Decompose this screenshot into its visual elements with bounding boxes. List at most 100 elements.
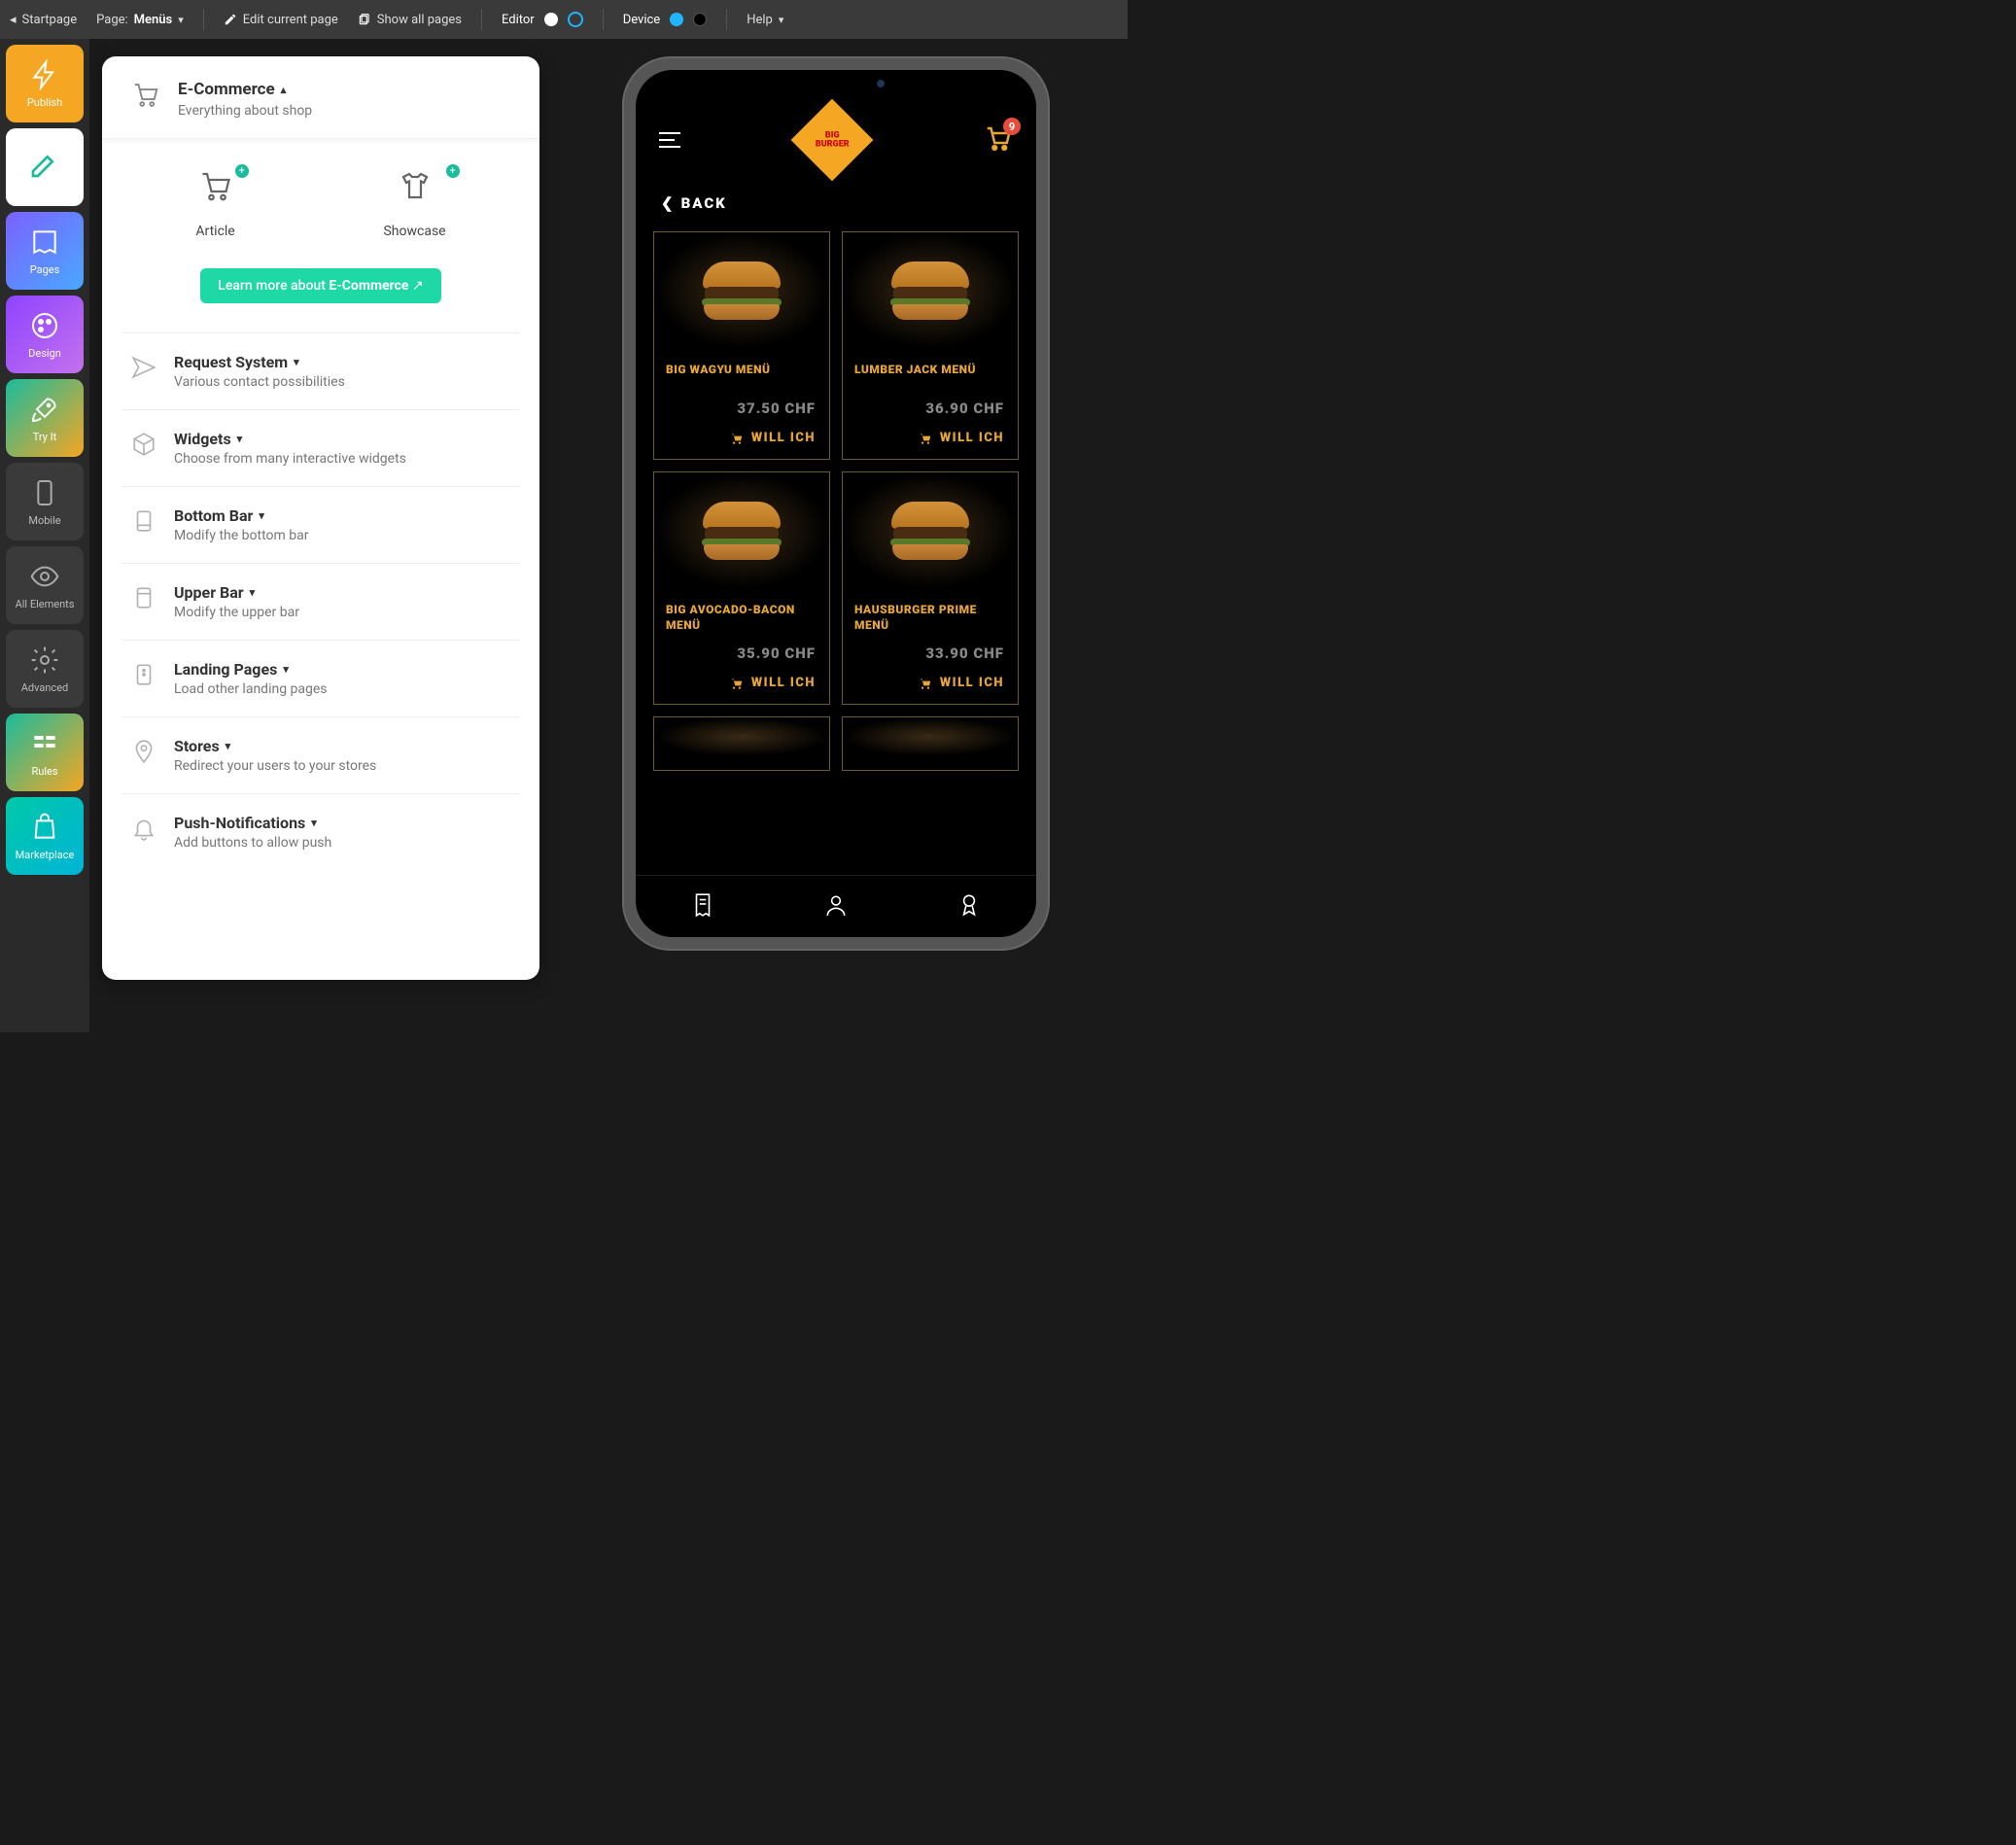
chevron-down-icon: ▾: [259, 509, 264, 522]
burger-icon: [891, 261, 969, 320]
chevron-down-icon: ▾: [250, 586, 256, 599]
send-icon: [131, 355, 156, 380]
section-subtext: Add buttons to allow push: [174, 835, 331, 851]
section-title: Stores: [174, 737, 220, 755]
chevron-down-icon: ▾: [294, 356, 299, 368]
add-to-cart-button[interactable]: WILL ICH: [654, 672, 829, 690]
help-menu[interactable]: Help ▾: [747, 13, 783, 27]
section-title: Landing Pages: [174, 660, 277, 679]
menu-image: [843, 232, 1018, 349]
page-selector[interactable]: Page: Menüs ▾: [96, 13, 184, 27]
section-push-notifications[interactable]: Push-Notifications ▾Add buttons to allow…: [122, 793, 520, 870]
back-label: BACK: [681, 194, 727, 212]
rail-edit[interactable]: [6, 128, 84, 206]
phone-screen: BIGBURGER 9 ❮ BACK BIG WAGYU MENÜ 37.50 …: [636, 70, 1036, 937]
pages-icon: [358, 13, 371, 26]
device-label: Device: [623, 13, 661, 27]
add-to-cart-button[interactable]: WILL ICH: [843, 427, 1018, 445]
menu-card[interactable]: [842, 716, 1019, 771]
menu-grid: BIG WAGYU MENÜ 37.50 CHF WILL ICH LUMBER…: [649, 231, 1023, 771]
bag-icon: [29, 812, 60, 843]
toggle-dot-off: [568, 12, 583, 27]
rail-label: All Elements: [16, 598, 75, 610]
separator: [603, 9, 604, 30]
section-stores[interactable]: Stores ▾Redirect your users to your stor…: [122, 716, 520, 793]
burger-icon: [891, 502, 969, 560]
add-to-cart-button[interactable]: WILL ICH: [843, 672, 1018, 690]
menu-button[interactable]: [659, 132, 680, 148]
editor-label: Editor: [502, 13, 535, 27]
menu-card[interactable]: [653, 716, 830, 771]
menu-card[interactable]: BIG AVOCADO-BACON MENÜ 35.90 CHF WILL IC…: [653, 471, 830, 705]
chevron-left-icon: ❮: [661, 194, 676, 212]
rail-label: Marketplace: [16, 849, 75, 861]
cart-badge: 9: [1003, 118, 1021, 135]
section-subtext: Modify the upper bar: [174, 605, 299, 620]
plus-icon: +: [235, 164, 249, 178]
rail-marketplace[interactable]: Marketplace: [6, 797, 84, 875]
app-view: BIGBURGER 9 ❮ BACK BIG WAGYU MENÜ 37.50 …: [636, 70, 1036, 937]
section-widgets[interactable]: Widgets ▾Choose from many interactive wi…: [122, 409, 520, 486]
nav-profile[interactable]: [823, 892, 849, 922]
palette-icon: [29, 310, 60, 341]
rail-all-elements[interactable]: All Elements: [6, 546, 84, 624]
top-bar: ◂ Startpage Page: Menüs ▾ Edit current p…: [0, 0, 1128, 39]
book-icon: [29, 226, 60, 258]
section-title: Bottom Bar: [174, 506, 253, 525]
upper-bar-icon: [131, 585, 156, 610]
cart-icon: [919, 677, 932, 690]
widget-article[interactable]: + Article: [195, 168, 234, 239]
menu-name: BIG AVOCADO-BACON MENÜ: [654, 589, 829, 639]
chevron-up-icon: ▴: [281, 84, 287, 96]
rail-design[interactable]: Design: [6, 296, 84, 373]
nav-receipt[interactable]: [690, 892, 715, 922]
menu-card[interactable]: LUMBER JACK MENÜ 36.90 CHF WILL ICH: [842, 231, 1019, 460]
device-toggle[interactable]: Device: [623, 13, 708, 27]
separator: [203, 9, 204, 30]
section-landing-pages[interactable]: Landing Pages ▾Load other landing pages: [122, 640, 520, 716]
widget-row: + Article + Showcase: [122, 168, 520, 239]
bottom-bar-icon: [131, 508, 156, 534]
cart-icon: [730, 677, 744, 690]
show-all-pages-button[interactable]: Show all pages: [358, 13, 462, 27]
rail-label: Pages: [30, 263, 60, 276]
section-upper-bar[interactable]: Upper Bar ▾Modify the upper bar: [122, 563, 520, 640]
panel-title: E-Commerce ▴: [178, 80, 312, 99]
rail-publish[interactable]: Publish: [6, 45, 84, 122]
brand-logo[interactable]: BIGBURGER: [791, 99, 874, 182]
award-icon: [956, 892, 982, 918]
section-title: Push-Notifications: [174, 814, 305, 832]
learn-prefix: Learn more about: [218, 278, 329, 294]
startpage-link[interactable]: ◂ Startpage: [10, 13, 77, 27]
edit-page-button[interactable]: Edit current page: [224, 13, 338, 27]
burger-icon: [703, 502, 781, 560]
menu-card[interactable]: BIG WAGYU MENÜ 37.50 CHF WILL ICH: [653, 231, 830, 460]
receipt-icon: [690, 892, 715, 918]
pin-icon: [131, 739, 156, 764]
menu-price: 33.90 CHF: [843, 639, 1018, 672]
rail-pages[interactable]: Pages: [6, 212, 84, 290]
section-bottom-bar[interactable]: Bottom Bar ▾Modify the bottom bar: [122, 486, 520, 563]
pencil-icon: [224, 13, 237, 26]
menu-card[interactable]: HAUSBURGER PRIME MENÜ 33.90 CHF WILL ICH: [842, 471, 1019, 705]
add-to-cart-button[interactable]: WILL ICH: [654, 427, 829, 445]
cart-button[interactable]: 9: [984, 123, 1013, 157]
tshirt-icon: [398, 168, 433, 203]
back-button[interactable]: ❮ BACK: [649, 179, 1023, 231]
rail-rules[interactable]: Rules: [6, 714, 84, 791]
landing-icon: [131, 662, 156, 687]
widget-showcase[interactable]: + Showcase: [383, 168, 445, 239]
section-request-system[interactable]: Request System ▾Various contact possibil…: [122, 332, 520, 409]
rail-label: Rules: [31, 765, 57, 778]
panel-header[interactable]: E-Commerce ▴ Everything about shop: [102, 56, 539, 139]
toggle-dot-desktop: [693, 13, 707, 26]
menu-image: [654, 472, 829, 589]
chevron-down-icon: ▾: [237, 433, 243, 445]
rail-advanced[interactable]: Advanced: [6, 630, 84, 708]
learn-more-button[interactable]: Learn more about E-Commerce ↗: [200, 268, 440, 303]
editor-toggle[interactable]: Editor: [502, 12, 583, 27]
rail-mobile[interactable]: Mobile: [6, 463, 84, 540]
cart-icon: [730, 432, 744, 445]
rail-tryit[interactable]: Try It: [6, 379, 84, 457]
nav-rewards[interactable]: [956, 892, 982, 922]
